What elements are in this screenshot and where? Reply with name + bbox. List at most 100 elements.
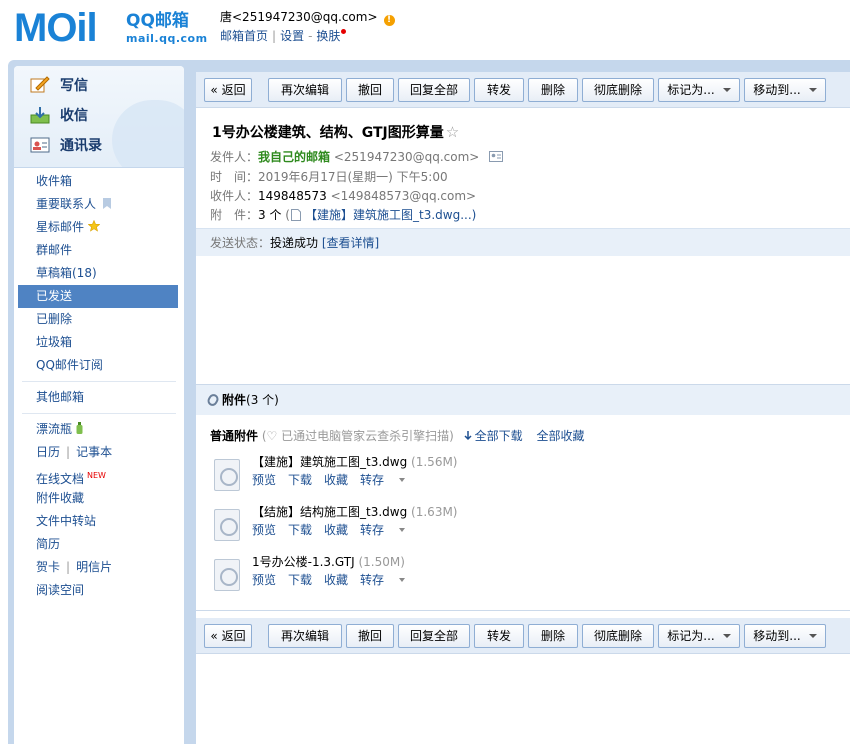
attachment-count: 3 个 bbox=[258, 208, 282, 222]
app-file-transfer[interactable]: 文件中转站 bbox=[18, 510, 178, 533]
reply-all-button[interactable]: 回复全部 bbox=[398, 78, 470, 102]
file-icon[interactable] bbox=[214, 559, 240, 591]
separator: | bbox=[66, 445, 71, 459]
app-calendar[interactable]: 日历 bbox=[36, 445, 60, 459]
app-cards[interactable]: 贺卡 bbox=[36, 560, 60, 574]
folder-important-contacts[interactable]: 重要联系人 bbox=[18, 193, 178, 216]
folder-label: 星标邮件 bbox=[36, 220, 85, 234]
reedit-button[interactable]: 再次编辑 bbox=[268, 78, 342, 102]
app-postcards[interactable]: 明信片 bbox=[76, 560, 112, 574]
inbox-button[interactable]: 收信 bbox=[30, 104, 88, 126]
folder-group-mail[interactable]: 群邮件 bbox=[18, 239, 178, 262]
preview-link[interactable]: 预览 bbox=[252, 473, 276, 487]
preview-link[interactable]: 预览 bbox=[252, 523, 276, 537]
other-mailboxes[interactable]: 其他邮箱 bbox=[18, 386, 178, 409]
folder-starred[interactable]: 星标邮件 bbox=[18, 216, 178, 239]
status-details-link[interactable]: [查看详情] bbox=[322, 236, 379, 250]
reedit-button[interactable]: 再次编辑 bbox=[268, 624, 342, 648]
move-to-label: 移动到... bbox=[753, 83, 801, 97]
move-to-dropdown[interactable]: 移动到... bbox=[744, 624, 826, 648]
download-link[interactable]: 下载 bbox=[288, 573, 312, 587]
folder-spam[interactable]: 垃圾箱 bbox=[18, 331, 178, 354]
top-toolbar: « 返回 再次编辑 撤回 回复全部 转发 删除 彻底删除 标记为... 移动到.… bbox=[196, 72, 850, 108]
contact-card-icon[interactable] bbox=[489, 151, 504, 162]
attachments-subheader: 普通附件 (♡ 已通过电脑管家云查杀引擎扫描) 全部下载 全部收藏 bbox=[210, 427, 584, 444]
star-toggle-icon[interactable]: ☆ bbox=[446, 123, 459, 141]
folder-deleted[interactable]: 已删除 bbox=[18, 308, 178, 331]
preview-link[interactable]: 预览 bbox=[252, 573, 276, 587]
app-reading-space[interactable]: 阅读空间 bbox=[18, 579, 178, 602]
attachment-preview-link[interactable]: 【建施】建筑施工图_t3.dwg...) bbox=[305, 208, 476, 222]
delete-forever-button[interactable]: 彻底删除 bbox=[582, 624, 654, 648]
app-drift-bottle[interactable]: 漂流瓶 bbox=[18, 418, 178, 441]
save-to-link[interactable]: 转存 bbox=[360, 573, 417, 587]
qq-mail-logo[interactable]: MOil QQ邮箱 mail.qq.com bbox=[14, 6, 224, 52]
recall-button[interactable]: 撤回 bbox=[346, 78, 394, 102]
folder-drafts[interactable]: 草稿箱(18) bbox=[18, 262, 178, 285]
app-attachment-favorites[interactable]: 附件收藏 bbox=[18, 487, 178, 510]
attachment-actions: 预览 下载 收藏 转存 bbox=[252, 571, 429, 588]
link-home[interactable]: 邮箱首页 bbox=[220, 29, 268, 43]
download-link[interactable]: 下载 bbox=[288, 473, 312, 487]
separator: - bbox=[308, 29, 313, 43]
save-to-link[interactable]: 转存 bbox=[360, 473, 417, 487]
compose-button[interactable]: 写信 bbox=[30, 74, 88, 96]
header-links: 邮箱首页 | 设置 - 换肤 bbox=[220, 27, 347, 44]
user-account: 唐<251947230@qq.com>! bbox=[220, 8, 395, 26]
attachments-count: (3 个) bbox=[246, 393, 279, 407]
save-to-label: 转存 bbox=[360, 523, 385, 537]
forward-button[interactable]: 转发 bbox=[474, 78, 524, 102]
file-icon[interactable] bbox=[214, 509, 240, 541]
delete-button[interactable]: 删除 bbox=[528, 78, 578, 102]
file-name[interactable]: 【结施】结构施工图_t3.dwg bbox=[252, 505, 407, 519]
file-name[interactable]: 【建施】建筑施工图_t3.dwg bbox=[252, 455, 407, 469]
folder-nav: 收件箱 重要联系人 星标邮件 群邮件 草稿箱(18) 已发送 已删除 垃圾箱 Q… bbox=[14, 170, 184, 602]
favorite-link[interactable]: 收藏 bbox=[324, 573, 348, 587]
mark-as-dropdown[interactable]: 标记为... bbox=[658, 624, 740, 648]
delete-button[interactable]: 删除 bbox=[528, 624, 578, 648]
download-all-link[interactable]: 全部下载 bbox=[464, 429, 523, 443]
recall-button[interactable]: 撤回 bbox=[346, 624, 394, 648]
back-button[interactable]: « 返回 bbox=[204, 78, 252, 102]
app-calendar-notes[interactable]: 日历 | 记事本 bbox=[18, 441, 178, 464]
link-skin[interactable]: 换肤 bbox=[316, 29, 340, 43]
folder-subscriptions[interactable]: QQ邮件订阅 bbox=[18, 354, 178, 377]
file-size: (1.50M) bbox=[358, 555, 405, 569]
notification-dot bbox=[341, 29, 347, 34]
mark-as-dropdown[interactable]: 标记为... bbox=[658, 78, 740, 102]
app-notes[interactable]: 记事本 bbox=[76, 445, 112, 459]
reply-all-button[interactable]: 回复全部 bbox=[398, 624, 470, 648]
app-online-docs[interactable]: 在线文档 NEW bbox=[18, 464, 178, 487]
download-link[interactable]: 下载 bbox=[288, 523, 312, 537]
new-badge: NEW bbox=[87, 471, 106, 480]
to-label: 收件人： bbox=[210, 189, 259, 203]
contacts-button[interactable]: 通讯录 bbox=[30, 134, 102, 156]
logo-brand: QQ邮箱 bbox=[126, 11, 189, 31]
file-name[interactable]: 1号办公楼-1.3.GTJ bbox=[252, 555, 355, 569]
move-to-dropdown[interactable]: 移动到... bbox=[744, 78, 826, 102]
delete-forever-button[interactable]: 彻底删除 bbox=[582, 78, 654, 102]
top-header: MOil QQ邮箱 mail.qq.com 唐<251947230@qq.com… bbox=[0, 0, 850, 58]
folder-sent[interactable]: 已发送 bbox=[18, 285, 178, 308]
to-name[interactable]: 149848573 bbox=[258, 189, 327, 203]
save-to-link[interactable]: 转存 bbox=[360, 523, 417, 537]
bookmark-icon bbox=[102, 198, 111, 209]
folder-inbox[interactable]: 收件箱 bbox=[18, 170, 178, 193]
file-icon[interactable] bbox=[214, 459, 240, 491]
status-value: 投递成功 bbox=[270, 236, 319, 250]
attachment-actions: 预览 下载 收藏 转存 bbox=[252, 471, 429, 488]
app-resume[interactable]: 简历 bbox=[18, 533, 178, 556]
attachments-section: 附件(3 个) 普通附件 (♡ 已通过电脑管家云查杀引擎扫描) 全部下载 全部收… bbox=[196, 384, 850, 604]
warning-icon[interactable]: ! bbox=[383, 15, 395, 26]
forward-button[interactable]: 转发 bbox=[474, 624, 524, 648]
favorite-link[interactable]: 收藏 bbox=[324, 473, 348, 487]
favorite-link[interactable]: 收藏 bbox=[324, 523, 348, 537]
save-all-link[interactable]: 全部收藏 bbox=[536, 429, 584, 443]
from-name[interactable]: 我自己的邮箱 bbox=[258, 150, 330, 164]
bottom-toolbar: « 返回 再次编辑 撤回 回复全部 转发 删除 彻底删除 标记为... 移动到.… bbox=[196, 618, 850, 654]
subject-text: 1号办公楼建筑、结构、GTJ图形算量 bbox=[212, 125, 444, 141]
app-cards-postcards[interactable]: 贺卡 | 明信片 bbox=[18, 556, 178, 579]
file-icon bbox=[290, 209, 301, 221]
link-settings[interactable]: 设置 bbox=[280, 29, 304, 43]
back-button[interactable]: « 返回 bbox=[204, 624, 252, 648]
